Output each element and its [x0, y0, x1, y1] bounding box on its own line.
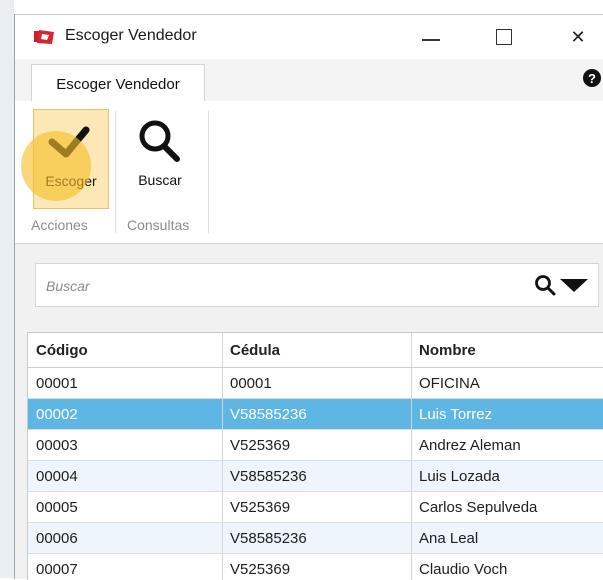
- maximize-icon: [496, 29, 512, 45]
- app-logo-icon: [34, 30, 54, 44]
- minimize-icon: [422, 39, 440, 41]
- maximize-button[interactable]: [481, 15, 527, 59]
- ribbon-group-separator: [208, 111, 209, 233]
- help-icon[interactable]: ?: [583, 69, 601, 87]
- search-box: [35, 263, 599, 307]
- cell-nombre: Luis Torrez: [412, 399, 603, 429]
- search-icon: [123, 115, 197, 167]
- table-row[interactable]: 00003 V525369 Andrez Aleman: [28, 430, 603, 461]
- cell-cedula: V58585236: [223, 461, 412, 491]
- search-icon[interactable]: [534, 274, 556, 296]
- cell-codigo: 00006: [28, 523, 223, 553]
- cell-codigo: 00003: [28, 430, 223, 460]
- cell-codigo: 00002: [28, 399, 223, 429]
- search-input[interactable]: [44, 272, 518, 300]
- cell-codigo: 00005: [28, 492, 223, 522]
- cell-cedula: 00001: [223, 368, 412, 398]
- ribbon-panel: Escoger Buscar Acciones Consultas: [15, 101, 603, 244]
- background-left-edge: [0, 0, 14, 578]
- cell-nombre: OFICINA: [412, 368, 603, 398]
- tab-escoger-vendedor[interactable]: Escoger Vendedor: [31, 64, 205, 103]
- table-row[interactable]: 00006 V58585236 Ana Leal: [28, 523, 603, 554]
- cell-cedula: V525369: [223, 492, 412, 522]
- cell-nombre: Andrez Aleman: [412, 430, 603, 460]
- window-title: Escoger Vendedor: [65, 27, 197, 44]
- column-header-nombre[interactable]: Nombre: [412, 333, 603, 367]
- cell-cedula: V525369: [223, 554, 412, 580]
- grid-header: Código Cédula Nombre: [28, 333, 603, 368]
- cell-nombre: Luis Lozada: [412, 461, 603, 491]
- click-highlight-circle: [21, 131, 91, 201]
- ribbon-tab-strip: Escoger Vendedor ?: [15, 59, 603, 103]
- cell-cedula: V58585236: [223, 523, 412, 553]
- close-button[interactable]: ✕: [555, 15, 601, 59]
- table-row[interactable]: 00005 V525369 Carlos Sepulveda: [28, 492, 603, 523]
- vendedores-grid: Código Cédula Nombre 00001 00001 OFICINA…: [27, 332, 603, 580]
- table-row[interactable]: 00007 V525369 Claudio Voch: [28, 554, 603, 580]
- cell-nombre: Claudio Voch: [412, 554, 603, 580]
- ribbon-group-separator: [115, 111, 116, 233]
- cell-cedula: V525369: [223, 430, 412, 460]
- table-row[interactable]: 00004 V58585236 Luis Lozada: [28, 461, 603, 492]
- cell-codigo: 00001: [28, 368, 223, 398]
- dialog-window: Escoger Vendedor ✕ Escoger Vendedor ? Es…: [14, 14, 603, 580]
- cell-nombre: Ana Leal: [412, 523, 603, 553]
- cell-nombre: Carlos Sepulveda: [412, 492, 603, 522]
- minimize-button[interactable]: [408, 15, 454, 59]
- close-icon: ✕: [570, 26, 586, 47]
- title-bar: Escoger Vendedor ✕: [15, 15, 603, 59]
- table-row[interactable]: 00001 00001 OFICINA: [28, 368, 603, 399]
- buscar-button[interactable]: Buscar: [123, 109, 197, 207]
- cell-codigo: 00004: [28, 461, 223, 491]
- column-header-codigo[interactable]: Código: [28, 333, 223, 367]
- group-label-acciones: Acciones: [31, 217, 88, 233]
- cell-cedula: V58585236: [223, 399, 412, 429]
- cell-codigo: 00007: [28, 554, 223, 580]
- group-label-consultas: Consultas: [127, 217, 190, 233]
- table-row-selected[interactable]: 00002 V58585236 Luis Torrez: [28, 399, 603, 430]
- column-header-cedula[interactable]: Cédula: [223, 333, 412, 367]
- dropdown-triangle-icon[interactable]: [560, 279, 588, 292]
- buscar-label: Buscar: [138, 172, 182, 188]
